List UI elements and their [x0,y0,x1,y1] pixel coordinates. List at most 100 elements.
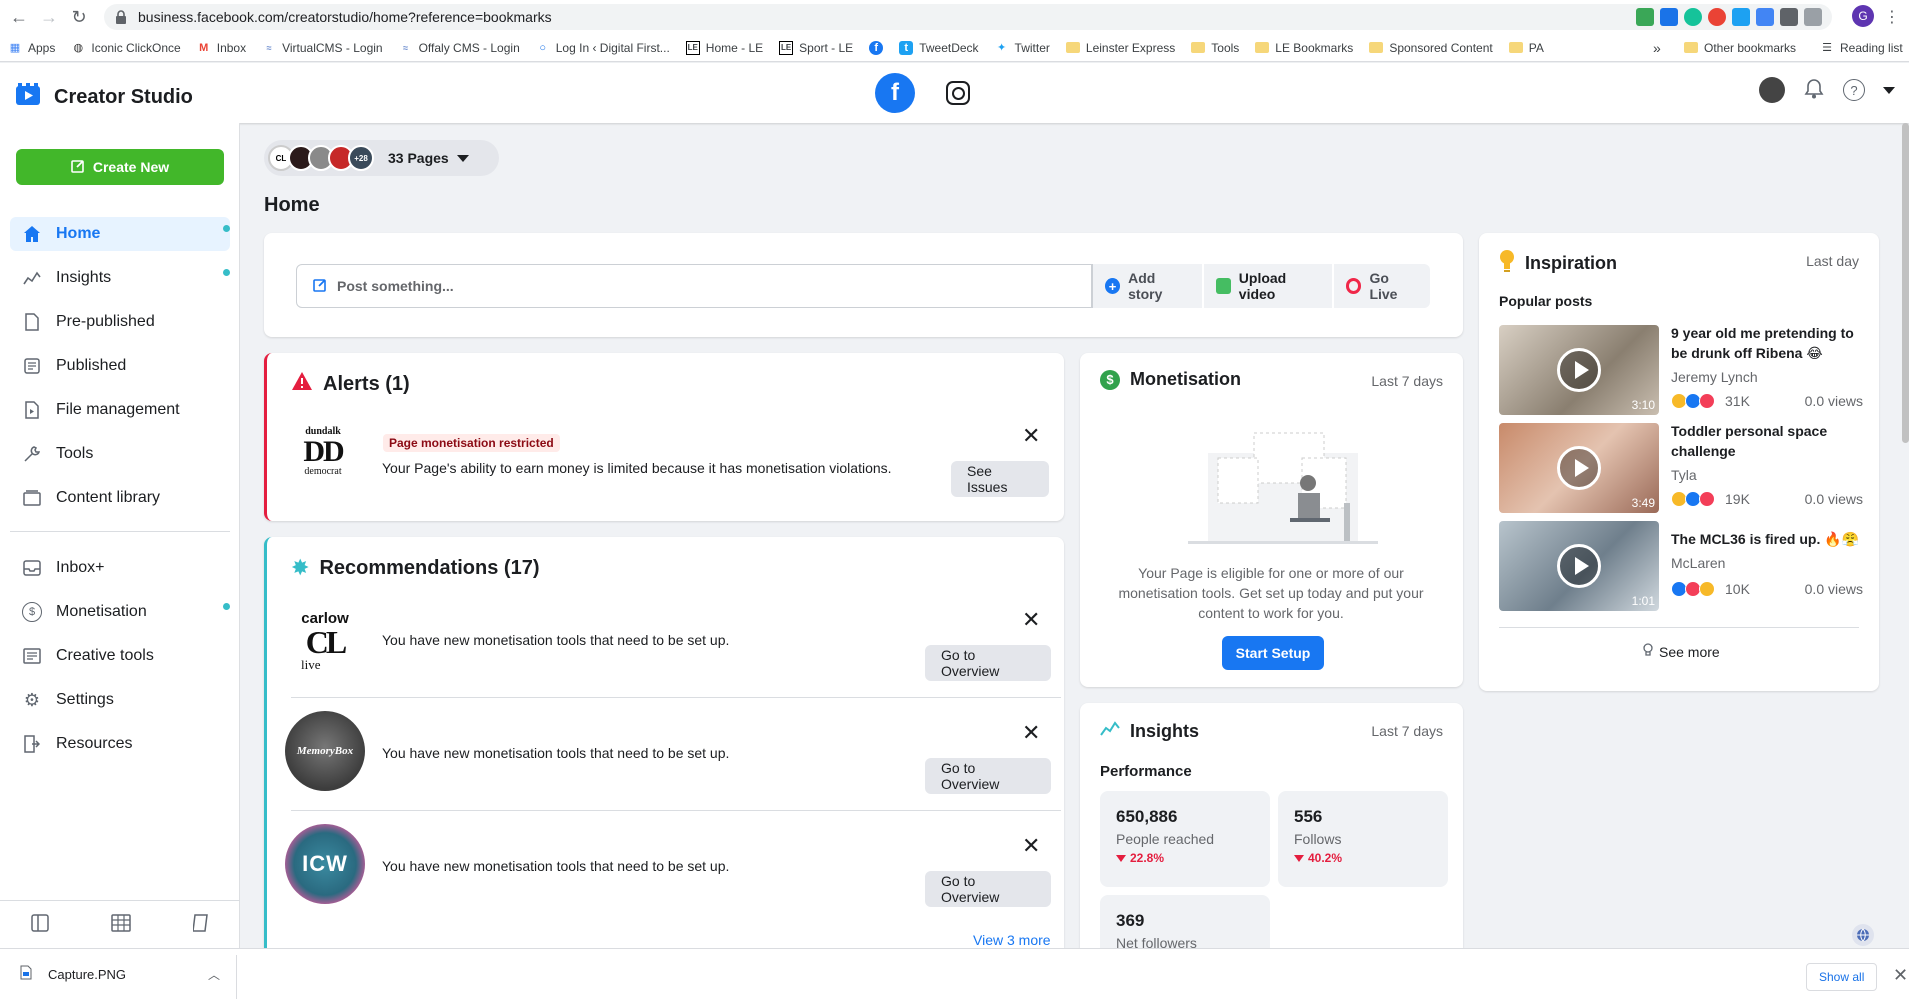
brand[interactable]: Creator Studio [16,83,193,111]
sidebar-item-pre-published[interactable]: Pre-published [10,305,230,339]
extension-icon[interactable] [1708,8,1726,26]
facebook-tab-icon[interactable]: f [875,73,915,113]
see-more-link[interactable]: See more [1643,643,1720,660]
sidebar-item-resources[interactable]: Resources [10,727,230,761]
sidebar-item-inbox[interactable]: Inbox+ [10,551,230,585]
video-title[interactable]: 9 year old me pretending to be drunk off… [1671,323,1871,363]
sidebar-item-tools[interactable]: Tools [10,437,230,471]
bookmark-item[interactable]: ◍ Iconic ClickOnce [63,36,188,60]
stat-people-reached[interactable]: 650,886 People reached 22.8% [1100,791,1270,887]
bookmark-folder[interactable]: Sponsored Content [1361,36,1500,60]
globe-icon[interactable] [1852,924,1874,946]
bookmark-item[interactable]: t TweetDeck [891,36,986,60]
bookmark-folder[interactable]: Tools [1183,36,1247,60]
published-icon [22,356,42,376]
sidebar-item-content-library[interactable]: Content library [10,481,230,515]
go-to-overview-button[interactable]: Go to Overview [925,645,1051,681]
video-author[interactable]: Jeremy Lynch [1671,369,1758,385]
monetisation-period: Last 7 days [1371,373,1443,389]
download-item[interactable]: Capture.PNG ︿ [20,965,220,983]
video-author[interactable]: Tyla [1671,467,1697,483]
sparkle-icon: ✸ [291,555,310,580]
bookmark-facebook[interactable]: f [861,36,891,60]
sidebar-item-creative-tools[interactable]: Creative tools [10,639,230,673]
close-icon[interactable]: ✕ [1022,425,1040,447]
bookmark-item[interactable]: ≈ VirtualCMS - Login [254,36,391,60]
post-something-input[interactable]: Post something... [296,264,1092,308]
bookmark-item[interactable]: ≈ Offaly CMS - Login [391,36,528,60]
other-bookmarks[interactable]: Other bookmarks [1676,36,1804,60]
wow-reaction-icon [1699,581,1715,597]
create-new-button[interactable]: Create New [16,149,224,185]
scrollbar[interactable] [1902,123,1909,443]
profile-avatar[interactable]: G [1852,5,1874,27]
puzzle-icon[interactable] [1780,8,1798,26]
table-view-icon[interactable] [111,914,131,935]
extension-icon[interactable] [1756,8,1774,26]
upload-video-button[interactable]: Upload video [1204,264,1332,308]
reading-list[interactable]: ☰ Reading list [1812,36,1909,60]
grammarly-icon[interactable] [1684,8,1702,26]
video-author[interactable]: McLaren [1671,555,1725,571]
video-title[interactable]: The MCL36 is fired up. 🔥😤 [1671,529,1871,549]
sidebar-item-published[interactable]: Published [10,349,230,383]
bookmark-folder[interactable]: Leinster Express [1058,36,1183,60]
circle-icon: ○ [539,41,547,54]
extension-icon[interactable] [1732,8,1750,26]
sidebar-item-home[interactable]: Home [10,217,230,251]
stat-net-followers[interactable]: 369 Net followers [1100,895,1270,948]
account-dropdown-icon[interactable] [1883,86,1895,94]
video-thumbnail[interactable]: 3:49 [1499,423,1659,513]
add-story-button[interactable]: + Add story [1092,264,1202,308]
bookmark-item[interactable]: ✦ Twitter [987,36,1058,60]
go-to-overview-button[interactable]: Go to Overview [925,871,1051,907]
reload-icon[interactable]: ↻ [68,6,90,28]
composer-card: Post something... + Add story Upload vide… [264,233,1463,337]
video-thumbnail[interactable]: 3:10 [1499,325,1659,415]
close-icon[interactable]: ✕ [1022,609,1040,631]
instagram-tab-icon[interactable] [946,81,970,105]
chevron-up-icon[interactable]: ︿ [208,966,220,983]
creator-studio-logo-icon [16,83,40,111]
sidebar-item-file-management[interactable]: File management [10,393,230,427]
back-icon[interactable]: ← [8,6,30,28]
bookmark-item[interactable]: M Inbox [189,36,254,60]
user-avatar[interactable] [1759,77,1785,103]
bookmark-item[interactable]: ○ Log In ‹ Digital First... [528,36,678,60]
go-live-button[interactable]: Go Live [1334,264,1430,308]
close-icon[interactable]: ✕ [1022,722,1040,744]
close-icon[interactable]: ✕ [1022,835,1040,857]
bookmark-apps[interactable]: ▦ Apps [0,36,63,60]
bookmark-folder[interactable]: LE Bookmarks [1247,36,1361,60]
view-more-link[interactable]: View 3 more [973,932,1051,948]
bookmark-item[interactable]: LE Home - LE [678,36,771,60]
video-title[interactable]: Toddler personal space challenge [1671,421,1871,461]
start-setup-button[interactable]: Start Setup [1222,636,1324,670]
collapse-sidebar-icon[interactable] [31,914,49,935]
close-downloads-icon[interactable]: ✕ [1893,965,1908,986]
show-all-button[interactable]: Show all [1806,963,1878,991]
notebook-icon[interactable] [192,914,209,935]
bookmark-folder[interactable]: PA [1501,36,1552,60]
reading-mode-icon[interactable] [1804,8,1822,26]
sidebar-item-settings[interactable]: ⚙ Settings [10,683,230,717]
bell-icon[interactable] [1803,78,1825,103]
bookmark-item[interactable]: LE Sport - LE [771,36,861,60]
go-to-overview-button[interactable]: Go to Overview [925,758,1051,794]
video-views: 0.0 views [1804,491,1863,507]
stat-follows[interactable]: 556 Follows 40.2% [1278,791,1448,887]
sidebar-item-insights[interactable]: Insights [10,261,230,295]
video-thumbnail[interactable]: 1:01 [1499,521,1659,611]
address-bar[interactable]: business.facebook.com/creatorstudio/home… [104,4,1832,30]
forward-icon[interactable]: → [38,6,60,28]
sidebar-item-monetisation[interactable]: $ Monetisation [10,595,230,629]
pages-selector[interactable]: CL +28 33 Pages [264,140,499,176]
bookmarks-overflow[interactable]: » [1645,36,1669,60]
see-issues-button[interactable]: See Issues [951,461,1049,497]
menu-icon[interactable]: ⋮ [1884,7,1900,27]
extension-icon[interactable] [1636,8,1654,26]
help-icon[interactable]: ? [1843,79,1865,101]
extension-icon[interactable] [1660,8,1678,26]
apps-grid-icon: ▦ [9,42,21,54]
browser-toolbar: ← → ↻ business.facebook.com/creatorstudi… [0,0,1909,34]
